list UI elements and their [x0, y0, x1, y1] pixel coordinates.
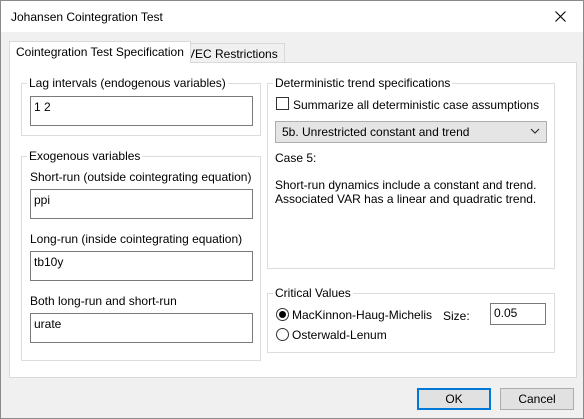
deterministic-trend-legend: Deterministic trend specifications	[273, 76, 453, 90]
both-run-input[interactable]: urate	[30, 313, 253, 343]
mackinnon-radio[interactable]	[276, 308, 289, 321]
case-description-line-2: Associated VAR has a linear and quadrati…	[275, 192, 537, 206]
dropdown-selected-value: 5b. Unrestricted constant and trend	[282, 125, 470, 139]
critical-values-legend: Critical Values	[273, 286, 353, 300]
dialog-window: Johansen Cointegration Test Cointegratio…	[0, 0, 584, 419]
tab-panel: Lag intervals (endogenous variables) 1 2…	[9, 62, 577, 378]
tab-cointegration-test-specification[interactable]: Cointegration Test Specification	[9, 41, 191, 63]
close-icon	[554, 11, 566, 22]
size-input[interactable]: 0.05	[490, 303, 546, 325]
title-bar: Johansen Cointegration Test	[1, 1, 583, 32]
summarize-checkbox[interactable]	[276, 97, 289, 110]
window-title: Johansen Cointegration Test	[11, 10, 163, 24]
exogenous-variables-legend: Exogenous variables	[27, 149, 143, 163]
short-run-input[interactable]: ppi	[30, 189, 253, 219]
cancel-button[interactable]: Cancel	[500, 388, 574, 410]
ok-button[interactable]: OK	[417, 388, 491, 410]
short-run-label: Short-run (outside cointegrating equatio…	[30, 170, 252, 184]
both-run-label: Both long-run and short-run	[30, 294, 177, 308]
case-description-line-1: Short-run dynamics include a constant an…	[275, 178, 537, 192]
long-run-label: Long-run (inside cointegrating equation)	[30, 232, 243, 246]
case-title: Case 5:	[275, 151, 317, 165]
deterministic-case-dropdown[interactable]: 5b. Unrestricted constant and trend	[275, 121, 547, 143]
osterwald-label: Osterwald-Lenum	[292, 328, 387, 342]
tab-label: VEC Restrictions	[187, 47, 278, 61]
ok-button-label: OK	[445, 392, 463, 406]
summarize-label: Summarize all deterministic case assumpt…	[293, 98, 540, 112]
mackinnon-label: MacKinnon-Haug-Michelis	[292, 308, 433, 322]
cancel-button-label: Cancel	[518, 392, 556, 406]
lag-intervals-legend: Lag intervals (endogenous variables)	[27, 76, 228, 90]
close-button[interactable]	[537, 1, 583, 32]
osterwald-radio[interactable]	[276, 328, 289, 341]
long-run-input[interactable]: tb10y	[30, 251, 253, 281]
tab-label: Cointegration Test Specification	[16, 45, 184, 59]
size-label: Size:	[443, 309, 470, 323]
chevron-down-icon	[530, 128, 540, 134]
tab-vec-restrictions[interactable]: VEC Restrictions	[180, 43, 285, 63]
lag-intervals-input[interactable]: 1 2	[30, 96, 253, 126]
